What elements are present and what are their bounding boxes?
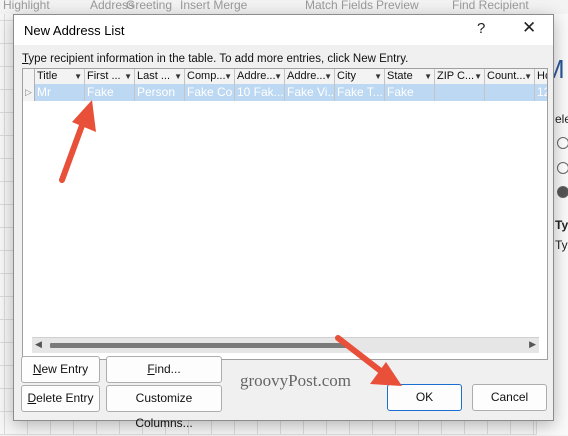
scroll-right-icon[interactable]: ▶ <box>529 339 536 350</box>
dropdown-arrow-icon[interactable]: ▼ <box>524 69 532 84</box>
dropdown-arrow-icon[interactable]: ▼ <box>74 69 82 84</box>
dropdown-arrow-icon[interactable]: ▼ <box>274 69 282 84</box>
table-header-row: Title ▼ First ... ▼ Last ... ▼ Comp... ▼ Add… <box>23 69 547 85</box>
column-header-city[interactable]: City ▼ <box>335 69 385 84</box>
dropdown-arrow-icon[interactable]: ▼ <box>474 69 482 84</box>
column-header-address-1[interactable]: Addre... ▼ <box>235 69 285 84</box>
cell-city[interactable]: Fake T... <box>335 84 385 101</box>
dropdown-arrow-icon[interactable]: ▼ <box>374 69 382 84</box>
cell-state[interactable]: Fake <box>385 84 435 101</box>
ribbon-greeting: Greeting <box>126 0 173 12</box>
table-row[interactable]: ▷ Mr Fake Person Fake Co 10 Fak... Fake … <box>23 84 547 101</box>
ribbon-preview: Preview <box>376 0 419 12</box>
scroll-left-icon[interactable]: ◀ <box>35 339 42 350</box>
ribbon-insert-merge: Insert Merge <box>180 0 248 12</box>
cell-first-name[interactable]: Fake <box>85 84 135 101</box>
pane-radio-1[interactable] <box>557 137 568 149</box>
header-corner <box>23 69 35 84</box>
delete-entry-button[interactable]: Delete Entry <box>21 385 100 412</box>
watermark: groovyPost.com <box>240 371 351 390</box>
customize-columns-button[interactable]: Customize Columns... <box>106 385 222 430</box>
cell-country[interactable] <box>485 84 535 101</box>
pane-label-type: Typ <box>555 238 568 252</box>
horizontal-scrollbar[interactable]: ◀ ▶ <box>32 337 539 353</box>
column-header-country[interactable]: Count... ▼ <box>485 69 535 84</box>
cell-zip-code[interactable] <box>435 84 485 101</box>
column-header-home-phone[interactable]: Ho <box>535 69 547 84</box>
dropdown-arrow-icon[interactable]: ▼ <box>224 69 232 84</box>
cell-last-name[interactable]: Person <box>135 84 185 101</box>
pane-radio-2[interactable] <box>557 162 568 174</box>
column-header-address-2[interactable]: Addre... ▼ <box>285 69 335 84</box>
find-button[interactable]: Find... <box>106 356 222 383</box>
column-header-zip-code[interactable]: ZIP C... ▼ <box>435 69 485 84</box>
row-pointer-icon: ▷ <box>25 87 32 97</box>
dropdown-arrow-icon[interactable]: ▼ <box>424 69 432 84</box>
dropdown-arrow-icon[interactable]: ▼ <box>124 69 132 84</box>
close-icon[interactable]: ✕ <box>522 18 536 38</box>
instruction-text: Type recipient information in the table.… <box>22 53 409 65</box>
dialog-titlebar: New Address List ? ✕ <box>14 15 553 45</box>
ribbon-highlight: Highlight <box>3 0 50 12</box>
recipient-table[interactable]: Title ▼ First ... ▼ Last ... ▼ Comp... ▼ Add… <box>22 68 548 360</box>
background-ribbon: Highlight Address Greeting Insert Merge … <box>0 0 568 14</box>
column-header-last-name[interactable]: Last ... ▼ <box>135 69 185 84</box>
new-entry-button[interactable]: New Entry <box>21 356 100 383</box>
pane-label-select: ele <box>555 112 568 126</box>
cancel-button[interactable]: Cancel <box>472 384 547 411</box>
dialog-title: New Address List <box>24 23 125 38</box>
scrollbar-thumb[interactable] <box>50 343 350 348</box>
column-header-company[interactable]: Comp... ▼ <box>185 69 235 84</box>
column-header-state[interactable]: State ▼ <box>385 69 435 84</box>
new-address-list-dialog: New Address List ? ✕ Type recipient info… <box>13 14 554 430</box>
row-selector[interactable]: ▷ <box>23 84 35 101</box>
column-header-title[interactable]: Title ▼ <box>35 69 85 84</box>
cell-title[interactable]: Mr <box>35 84 85 101</box>
column-header-first-name[interactable]: First ... ▼ <box>85 69 135 84</box>
dropdown-arrow-icon[interactable]: ▼ <box>174 69 182 84</box>
cell-company[interactable]: Fake Co <box>185 84 235 101</box>
dropdown-arrow-icon[interactable]: ▼ <box>324 69 332 84</box>
ok-button[interactable]: OK <box>387 384 462 411</box>
ribbon-find-recipient: Find Recipient <box>452 0 529 12</box>
cell-home-phone[interactable]: 12 <box>535 84 547 101</box>
cell-address-2[interactable]: Fake Vi... <box>285 84 335 101</box>
pane-radio-3[interactable] <box>557 186 568 198</box>
help-icon[interactable]: ? <box>477 20 485 37</box>
ribbon-match-fields: Match Fields <box>305 0 374 12</box>
cell-address-1[interactable]: 10 Fak... <box>235 84 285 101</box>
pane-label-type-heading: Typ <box>555 218 568 232</box>
